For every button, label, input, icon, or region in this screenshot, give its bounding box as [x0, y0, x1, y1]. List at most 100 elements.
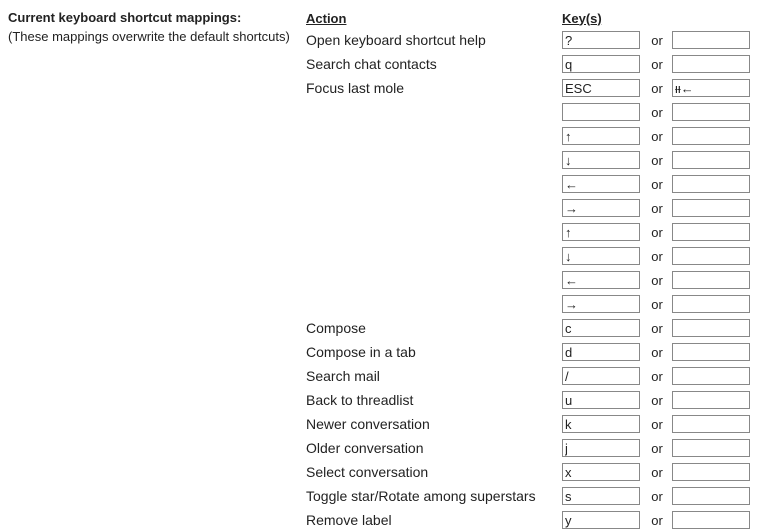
shortcut-row: Compose in a tabor — [306, 340, 755, 364]
or-label: or — [642, 273, 672, 288]
secondary-key-input[interactable] — [672, 31, 750, 49]
action-label: Compose in a tab — [306, 344, 416, 360]
shortcut-row: Compose or — [306, 316, 755, 340]
primary-key-input[interactable] — [562, 463, 640, 481]
primary-key-input[interactable] — [562, 175, 640, 193]
primary-key-cell — [562, 343, 642, 361]
or-label: or — [642, 297, 672, 312]
or-label: or — [642, 321, 672, 336]
action-cell: Select conversation — [306, 464, 562, 480]
action-cell: Toggle star/Rotate among superstars — [306, 488, 562, 504]
shortcut-row: Search mailor — [306, 364, 755, 388]
secondary-key-input[interactable] — [672, 343, 750, 361]
secondary-key-input[interactable] — [672, 319, 750, 337]
action-label: Back to threadlist — [306, 392, 413, 408]
secondary-key-input[interactable] — [672, 271, 750, 289]
secondary-key-cell — [672, 103, 752, 121]
primary-key-input[interactable] — [562, 79, 640, 97]
primary-key-input[interactable] — [562, 343, 640, 361]
primary-key-input[interactable] — [562, 103, 640, 121]
primary-key-cell — [562, 151, 642, 169]
secondary-key-cell — [672, 151, 752, 169]
secondary-key-cell — [672, 175, 752, 193]
secondary-key-input[interactable] — [672, 127, 750, 145]
secondary-key-input[interactable] — [672, 391, 750, 409]
primary-key-input[interactable] — [562, 391, 640, 409]
shortcut-row: Remove label or — [306, 508, 755, 532]
secondary-key-input[interactable] — [672, 463, 750, 481]
secondary-key-input[interactable] — [672, 511, 750, 529]
secondary-key-cell — [672, 127, 752, 145]
secondary-key-input[interactable] — [672, 295, 750, 313]
primary-key-cell — [562, 79, 642, 97]
or-label: or — [642, 81, 672, 96]
shortcut-row: or — [306, 100, 755, 124]
secondary-key-input[interactable] — [672, 367, 750, 385]
secondary-key-input[interactable] — [672, 439, 750, 457]
action-cell: Back to threadlist — [306, 392, 562, 408]
secondary-key-input[interactable] — [672, 199, 750, 217]
secondary-key-cell — [672, 223, 752, 241]
secondary-key-input[interactable] — [672, 487, 750, 505]
action-label: Remove label — [306, 512, 392, 528]
or-label: or — [642, 57, 672, 72]
primary-key-cell — [562, 127, 642, 145]
secondary-key-input[interactable] — [672, 55, 750, 73]
secondary-key-input[interactable] — [672, 103, 750, 121]
shortcut-row: or — [306, 124, 755, 148]
shortcut-row: or — [306, 148, 755, 172]
primary-key-input[interactable] — [562, 415, 640, 433]
intro-heading: Current keyboard shortcut mappings: — [8, 8, 298, 28]
secondary-key-input[interactable] — [672, 247, 750, 265]
primary-key-cell — [562, 31, 642, 49]
secondary-key-cell — [672, 199, 752, 217]
primary-key-input[interactable] — [562, 127, 640, 145]
primary-key-cell — [562, 319, 642, 337]
primary-key-input[interactable] — [562, 55, 640, 73]
action-label: Search mail — [306, 368, 380, 384]
or-label: or — [642, 513, 672, 528]
header-keys: Key(s) — [562, 11, 642, 26]
action-cell: Compose — [306, 320, 562, 336]
action-cell: Compose in a tab — [306, 344, 562, 360]
primary-key-cell — [562, 55, 642, 73]
secondary-key-cell — [672, 415, 752, 433]
header-action: Action — [306, 11, 562, 26]
action-label: Toggle star/Rotate among superstars — [306, 488, 536, 504]
action-cell: Search mail — [306, 368, 562, 384]
shortcut-row: or — [306, 196, 755, 220]
secondary-key-cell — [672, 391, 752, 409]
primary-key-input[interactable] — [562, 439, 640, 457]
primary-key-input[interactable] — [562, 199, 640, 217]
action-cell: Focus last mole — [306, 80, 562, 96]
secondary-key-input[interactable] — [672, 151, 750, 169]
shortcut-row: Select conversationor — [306, 460, 755, 484]
shortcut-settings-panel: Current keyboard shortcut mappings: (The… — [0, 0, 763, 532]
secondary-key-input[interactable] — [672, 79, 750, 97]
primary-key-cell — [562, 295, 642, 313]
primary-key-input[interactable] — [562, 223, 640, 241]
shortcut-row: or — [306, 292, 755, 316]
primary-key-input[interactable] — [562, 271, 640, 289]
secondary-key-input[interactable] — [672, 175, 750, 193]
primary-key-cell — [562, 175, 642, 193]
or-label: or — [642, 201, 672, 216]
action-cell: Newer conversation — [306, 416, 562, 432]
primary-key-input[interactable] — [562, 295, 640, 313]
secondary-key-input[interactable] — [672, 415, 750, 433]
shortcut-row: Search chat contacts or — [306, 52, 755, 76]
action-cell: Search chat contacts — [306, 56, 562, 72]
secondary-key-cell — [672, 511, 752, 529]
primary-key-input[interactable] — [562, 31, 640, 49]
primary-key-input[interactable] — [562, 511, 640, 529]
secondary-key-input[interactable] — [672, 223, 750, 241]
or-label: or — [642, 105, 672, 120]
primary-key-cell — [562, 463, 642, 481]
primary-key-input[interactable] — [562, 151, 640, 169]
primary-key-input[interactable] — [562, 487, 640, 505]
secondary-key-cell — [672, 31, 752, 49]
primary-key-input[interactable] — [562, 319, 640, 337]
primary-key-input[interactable] — [562, 247, 640, 265]
shortcut-row: or — [306, 268, 755, 292]
primary-key-input[interactable] — [562, 367, 640, 385]
